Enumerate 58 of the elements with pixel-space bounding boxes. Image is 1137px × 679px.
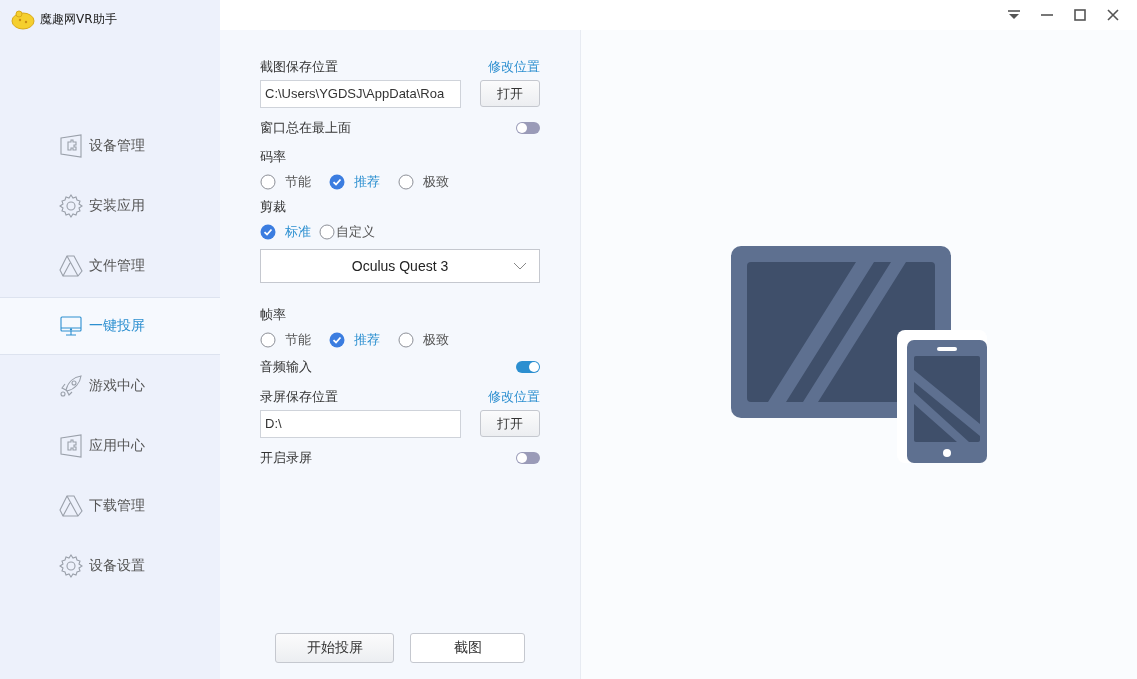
setting-label: 码率 [260, 148, 286, 166]
triangle-icon [59, 254, 83, 278]
logo-icon [10, 8, 36, 30]
radio-label: 节能 [285, 331, 311, 349]
sidebar-item[interactable]: 设备管理 [0, 117, 220, 175]
radio-button[interactable] [260, 332, 276, 348]
setting-label: 开启录屏 [260, 449, 312, 467]
sidebar-item[interactable]: 应用中心 [0, 417, 220, 475]
radio-label: 推荐 [354, 173, 380, 191]
radio-checked-icon[interactable] [260, 224, 276, 240]
radio-label: 节能 [285, 173, 311, 191]
dropdown-menu-icon[interactable] [1008, 10, 1020, 20]
radio-button[interactable] [260, 174, 276, 190]
path-field[interactable]: C:\Users\YGDSJ\AppData\Roa [260, 80, 461, 108]
radio-label: 推荐 [354, 331, 380, 349]
sidebar-item[interactable]: 下载管理 [0, 477, 220, 535]
sidebar-item[interactable]: 设备设置 [0, 537, 220, 595]
setting-label: 剪裁 [260, 198, 286, 216]
setting-label: 帧率 [260, 306, 286, 324]
rocket-icon [59, 374, 83, 398]
triangle-icon [59, 494, 83, 518]
radio-checked-icon[interactable] [329, 174, 345, 190]
radio-button[interactable] [319, 224, 335, 240]
setting-label: 音频输入 [260, 358, 312, 376]
screenshot-button[interactable]: 截图 [410, 633, 525, 663]
device-dropdown[interactable]: Oculus Quest 3 [260, 249, 540, 283]
chevron-down-icon [513, 262, 527, 270]
sidebar-item[interactable]: 游戏中心 [0, 357, 220, 415]
radio-button[interactable] [398, 332, 414, 348]
toggle-switch[interactable] [516, 452, 540, 464]
setting-label: 截图保存位置 [260, 58, 338, 76]
puzzle-icon [59, 434, 83, 458]
radio-label: 极致 [423, 173, 449, 191]
path-field[interactable]: D:\ [260, 410, 461, 438]
setting-label: 窗口总在最上面 [260, 119, 351, 137]
start-cast-button[interactable]: 开始投屏 [275, 633, 394, 663]
sidebar-item[interactable]: 安装应用 [0, 177, 220, 235]
open-button[interactable]: 打开 [480, 80, 540, 107]
maximize-icon[interactable] [1074, 9, 1086, 21]
radio-checked-icon[interactable] [329, 332, 345, 348]
setting-label: 录屏保存位置 [260, 388, 338, 406]
open-button[interactable]: 打开 [480, 410, 540, 437]
gear-icon [59, 554, 83, 578]
sidebar-item[interactable]: 文件管理 [0, 237, 220, 295]
sidebar-item[interactable]: 一键投屏 [0, 297, 220, 355]
toggle-switch[interactable] [516, 361, 540, 373]
radio-button[interactable] [398, 174, 414, 190]
puzzle-icon [59, 134, 83, 158]
change-location-link[interactable]: 修改位置 [488, 388, 540, 406]
gear-icon [59, 194, 83, 218]
monitor-icon [59, 314, 83, 338]
radio-label: 标准 [285, 223, 311, 241]
radio-label: 自定义 [336, 223, 375, 241]
close-icon[interactable] [1107, 9, 1119, 21]
app-title: 魔趣网VR助手 [40, 10, 117, 28]
change-location-link[interactable]: 修改位置 [488, 58, 540, 76]
toggle-switch[interactable] [516, 122, 540, 134]
radio-label: 极致 [423, 331, 449, 349]
